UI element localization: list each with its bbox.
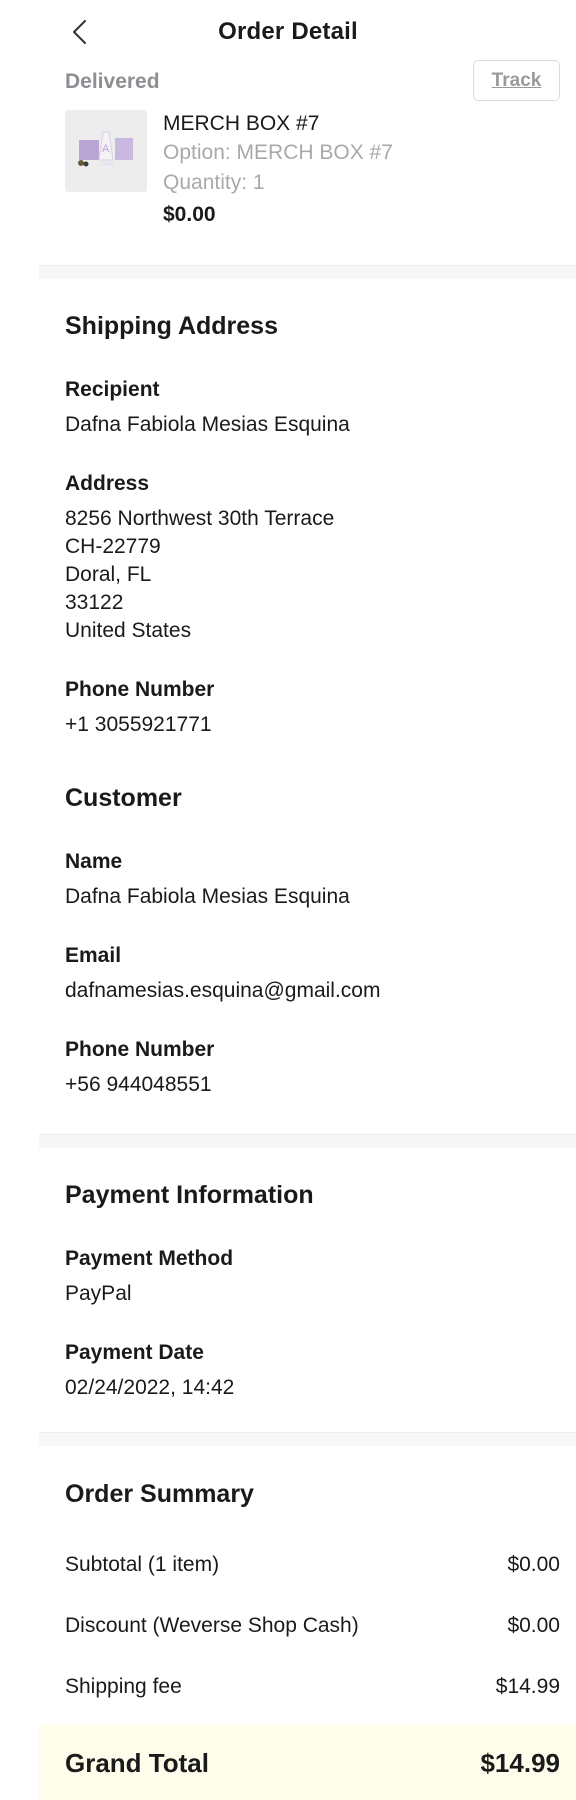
customer-email-label: Email [65,944,122,967]
payment-method-value: PayPal [65,1282,132,1305]
address-label: Address [65,472,150,495]
customer-email-value: dafnamesias.esquina@gmail.com [65,979,381,1002]
address-line: United States [65,619,192,642]
order-status: Delivered [65,70,160,93]
payment-date-label: Payment Date [65,1341,204,1364]
shipping-fee-label: Shipping fee [65,1675,182,1698]
recipient-label: Recipient [65,378,160,401]
order-summary-title: Order Summary [65,1480,254,1508]
product-quantity: Quantity: 1 [163,171,265,194]
section-divider [39,1134,576,1148]
order-detail-page: Order Detail Delivered Track A MERCH BOX… [0,0,576,1800]
discount-value: $0.00 [507,1614,560,1637]
customer-title: Customer [65,784,182,812]
section-divider [39,1432,576,1446]
track-button[interactable]: Track [473,60,560,101]
subtotal-value: $0.00 [507,1553,560,1576]
payment-method-label: Payment Method [65,1247,234,1270]
shipping-fee-value: $14.99 [495,1675,560,1698]
recipient-value: Dafna Fabiola Mesias Esquina [65,413,350,436]
product-price: $0.00 [163,203,216,226]
shipping-address-title: Shipping Address [65,312,278,340]
subtotal-label: Subtotal (1 item) [65,1553,220,1576]
product-thumbnail[interactable]: A [65,110,147,192]
address-line: Doral, FL [65,563,152,586]
grand-total-row: Grand Total $14.99 [39,1724,576,1800]
product-name: MERCH BOX #7 [163,112,320,135]
address-line: 8256 Northwest 30th Terrace [65,507,335,530]
payment-date-value: 02/24/2022, 14:42 [65,1376,235,1399]
grand-total-label: Grand Total [65,1748,209,1778]
shipping-phone-label: Phone Number [65,678,215,701]
customer-name-label: Name [65,850,123,873]
svg-text:A: A [102,143,110,155]
customer-phone-value: +56 944048551 [65,1073,212,1096]
customer-name-value: Dafna Fabiola Mesias Esquina [65,885,350,908]
top-bar: Order Detail [0,0,576,64]
merch-box-image: A [65,110,147,192]
address-line: 33122 [65,591,124,614]
discount-label: Discount (Weverse Shop Cash) [65,1614,359,1637]
product-option: Option: MERCH BOX #7 [163,141,393,164]
payment-info-title: Payment Information [65,1181,314,1209]
grand-total-value: $14.99 [480,1748,560,1778]
page-title: Order Detail [218,18,358,45]
section-divider [39,265,576,279]
shipping-phone-value: +1 3055921771 [65,713,212,736]
address-line: CH-22779 [65,535,161,558]
customer-phone-label: Phone Number [65,1038,215,1061]
